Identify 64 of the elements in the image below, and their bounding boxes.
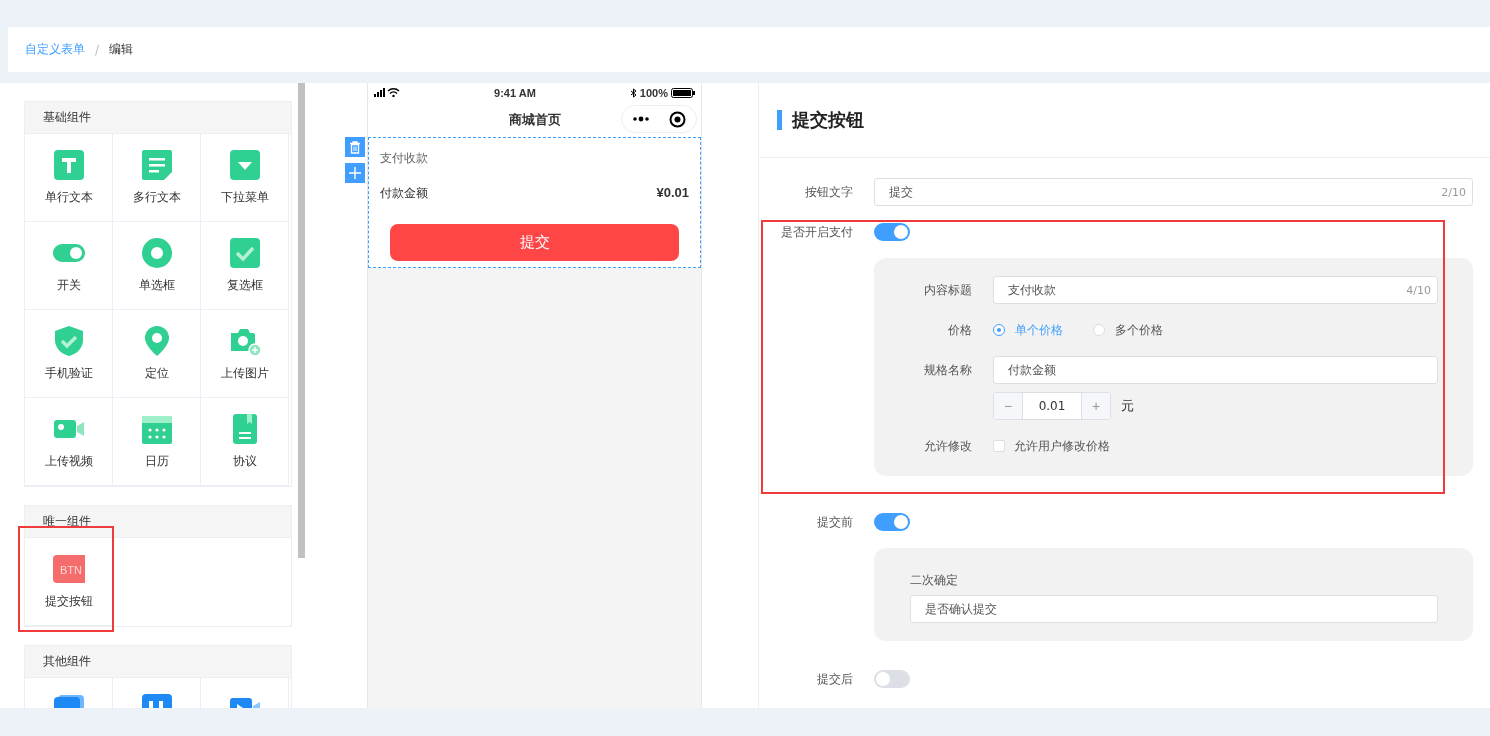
text-field[interactable]: 提交 2/10 xyxy=(874,178,1473,206)
battery-icon xyxy=(671,87,695,98)
component-tile[interactable]: 开关 xyxy=(25,222,113,310)
text-field[interactable]: 付款金额 xyxy=(993,356,1438,384)
field-label: 允许修改 xyxy=(923,438,973,455)
more-icon xyxy=(631,116,650,122)
field-label: 提交前 xyxy=(816,514,854,531)
button-badge-icon: BTN xyxy=(52,553,85,585)
component-tile[interactable]: 手机验证 xyxy=(25,310,113,398)
toggle-switch[interactable] xyxy=(874,670,910,688)
section-header: 唯一组件 xyxy=(25,506,291,538)
amount-label: 付款金额 xyxy=(380,185,428,202)
component-tile[interactable]: 上传图片 xyxy=(201,310,289,398)
component-tile[interactable]: 复选框 xyxy=(201,222,289,310)
component-tile[interactable]: 定位 xyxy=(113,310,201,398)
title-accent-bar xyxy=(777,110,782,130)
breadcrumb-current: 编辑 xyxy=(109,41,134,58)
unit-label: 元 xyxy=(1121,397,1134,415)
trash-icon xyxy=(349,140,361,154)
form-title: 支付收款 xyxy=(380,150,429,167)
amount-value: ¥0.01 xyxy=(656,185,689,202)
section-header: 基础组件 xyxy=(25,102,291,134)
text-field[interactable]: 支付收款 4/10 xyxy=(993,276,1438,304)
record-icon xyxy=(669,110,687,128)
text-field[interactable]: 是否确认提交 xyxy=(910,595,1438,623)
dropdown-icon xyxy=(228,149,261,181)
battery-percent: 100% xyxy=(639,86,668,99)
text-lines-icon xyxy=(140,149,173,181)
field-label: 按钮文字 xyxy=(804,184,854,201)
plus-icon xyxy=(349,167,361,179)
component-tile[interactable]: 上传视频 xyxy=(25,398,113,486)
bluetooth-icon xyxy=(629,87,637,98)
toggle-switch[interactable] xyxy=(874,513,910,531)
component-tile[interactable]: 协议 xyxy=(201,398,289,486)
checkbox-option[interactable]: 允许用户修改价格 xyxy=(993,432,1110,460)
checkbox-icon xyxy=(228,237,261,269)
form-block[interactable]: 支付收款 付款金额 ¥0.01 提交 xyxy=(368,137,701,268)
radio-icon xyxy=(140,237,173,269)
component-tile[interactable]: 日历 xyxy=(113,398,201,486)
field-label: 规格名称 xyxy=(923,362,973,379)
radio-option[interactable]: 多个价格 xyxy=(1093,321,1163,339)
toggle-switch[interactable] xyxy=(874,223,910,241)
component-tile[interactable]: 单行文本 xyxy=(25,134,113,222)
component-tile[interactable]: 多行文本 xyxy=(113,134,201,222)
page-title: 商城首页 xyxy=(508,110,561,129)
component-tile[interactable]: 下拉菜单 xyxy=(201,134,289,222)
field-label: 是否开启支付 xyxy=(780,224,854,241)
field-label: 内容标题 xyxy=(923,282,973,299)
field-label: 提交后 xyxy=(816,671,854,688)
breadcrumb-separator: / xyxy=(95,42,100,57)
section-header: 其他组件 xyxy=(25,646,291,678)
letter-t-icon xyxy=(52,149,85,181)
signal-wifi-icon xyxy=(374,88,400,97)
component-tile[interactable]: 单选框 xyxy=(113,222,201,310)
shield-check-icon xyxy=(52,325,85,357)
calendar-icon xyxy=(140,413,173,445)
delete-button[interactable] xyxy=(345,137,365,157)
field-label: 价格 xyxy=(947,322,973,339)
component-tile[interactable]: BTN 提交按钮 xyxy=(25,538,113,626)
status-time: 9:41 AM xyxy=(494,86,536,99)
scrollbar[interactable] xyxy=(298,83,305,558)
add-button[interactable] xyxy=(345,163,365,183)
field-label: 二次确定 xyxy=(910,572,959,589)
panel-title: 提交按钮 xyxy=(792,108,864,132)
